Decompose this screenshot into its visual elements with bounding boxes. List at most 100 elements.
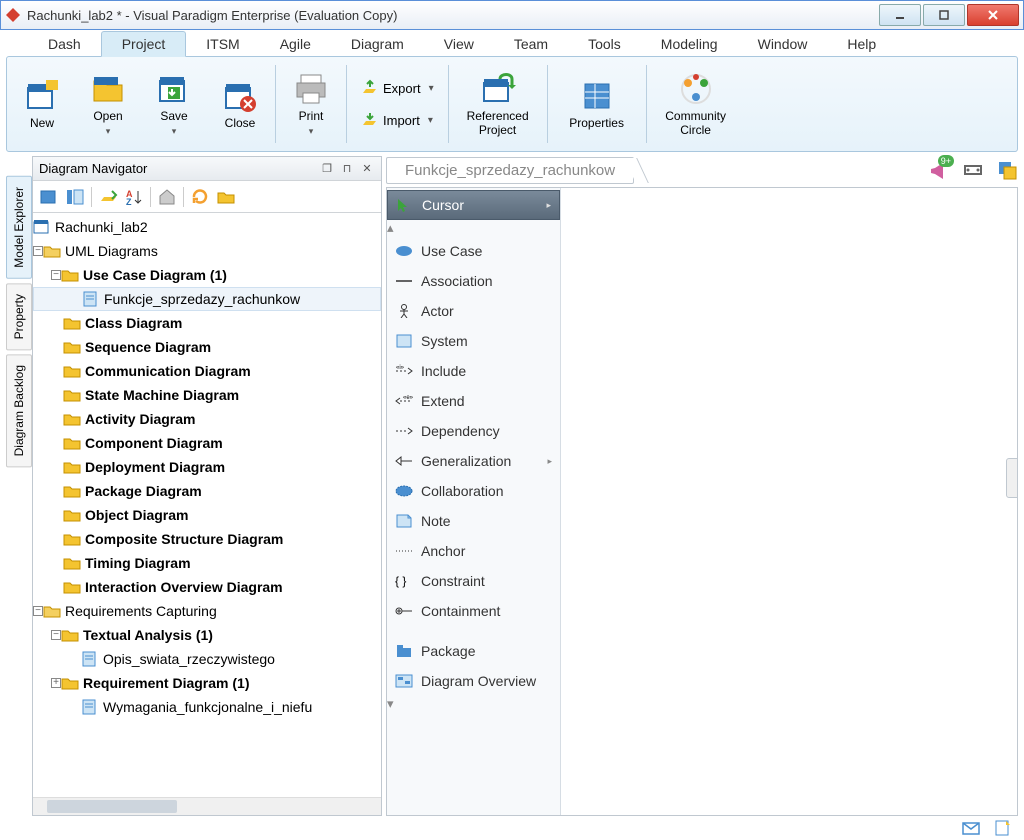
palette-note[interactable]: Note	[387, 506, 560, 536]
navigator-hscrollbar[interactable]	[33, 797, 381, 815]
notifications-button[interactable]: 9+	[922, 159, 950, 181]
save-button[interactable]: Save▾	[143, 61, 205, 147]
export-button[interactable]: Export▾	[355, 73, 440, 103]
tree-item[interactable]: State Machine Diagram	[33, 383, 381, 407]
tab-tools[interactable]: Tools	[568, 32, 641, 56]
tool-palette: Cursor▸▴Use CaseAssociationActorSystem«i…	[387, 188, 561, 815]
palette-collapse-down[interactable]: ▾	[387, 696, 560, 712]
tree-item[interactable]: Communication Diagram	[33, 359, 381, 383]
palette-cursor[interactable]: Cursor▸	[387, 190, 560, 220]
tree-root[interactable]: Rachunki_lab2	[33, 215, 381, 239]
minimize-button[interactable]	[879, 4, 921, 26]
palette-dep[interactable]: Dependency	[387, 416, 560, 446]
sidetab-model-explorer[interactable]: Model Explorer	[6, 176, 32, 279]
svg-text:Z: Z	[126, 197, 132, 207]
close-button[interactable]	[967, 4, 1019, 26]
nav-close-icon[interactable]: ✕	[359, 161, 375, 177]
palette-gen[interactable]: Generalization▸	[387, 446, 560, 476]
open-icon	[90, 71, 126, 107]
palette-package[interactable]: Package	[387, 636, 560, 666]
tree-item[interactable]: Timing Diagram	[33, 551, 381, 575]
sidetab-diagram-backlog[interactable]: Diagram Backlog	[6, 354, 32, 467]
palette-actor[interactable]: Actor	[387, 296, 560, 326]
tree-leaf[interactable]: Wymagania_funkcjonalne_i_niefu	[33, 695, 381, 719]
nav-sort-icon[interactable]: AZ	[124, 187, 144, 207]
sidetab-property[interactable]: Property	[6, 283, 32, 350]
tree-leaf[interactable]: Funkcje_sprzedazy_rachunkow	[33, 287, 381, 311]
tab-help[interactable]: Help	[827, 32, 896, 56]
print-icon	[293, 71, 329, 107]
import-button[interactable]: Import▾	[355, 105, 440, 135]
tab-team[interactable]: Team	[494, 32, 568, 56]
tree-item[interactable]: Composite Structure Diagram	[33, 527, 381, 551]
close-project-button[interactable]: Close	[209, 61, 271, 147]
community-icon	[678, 71, 714, 107]
mail-icon[interactable]	[962, 820, 980, 836]
import-icon	[361, 111, 379, 129]
tree-folder-uml[interactable]: −UML Diagrams	[33, 239, 381, 263]
nav-home-icon[interactable]	[157, 187, 177, 207]
diagram-canvas[interactable]	[561, 188, 1017, 815]
palette-include[interactable]: «i»Include	[387, 356, 560, 386]
referenced-project-button[interactable]: Referenced Project	[453, 61, 543, 147]
tree-item[interactable]: Activity Diagram	[33, 407, 381, 431]
palette-assoc[interactable]: Association	[387, 266, 560, 296]
print-button[interactable]: Print▾	[280, 61, 342, 147]
referenced-project-icon	[480, 71, 516, 107]
palette-system[interactable]: System	[387, 326, 560, 356]
export-icon	[361, 79, 379, 97]
tree-item[interactable]: Class Diagram	[33, 311, 381, 335]
palette-collab[interactable]: Collaboration	[387, 476, 560, 506]
fit-icon[interactable]	[962, 159, 984, 181]
tree-item[interactable]: −Use Case Diagram (1)	[33, 263, 381, 287]
document-tab[interactable]: Funkcje_sprzedazy_rachunkow	[386, 157, 634, 184]
tree-item[interactable]: Object Diagram	[33, 503, 381, 527]
tab-window[interactable]: Window	[738, 32, 828, 56]
tree-folder-req[interactable]: −Requirements Capturing	[33, 599, 381, 623]
tab-dash[interactable]: Dash	[28, 32, 101, 56]
nav-new-icon[interactable]	[39, 187, 59, 207]
nav-restore-icon[interactable]: ❐	[319, 161, 335, 177]
palette-anchor[interactable]: Anchor	[387, 536, 560, 566]
tab-diagram[interactable]: Diagram	[331, 32, 424, 56]
maximize-button[interactable]	[923, 4, 965, 26]
tree-item[interactable]: Package Diagram	[33, 479, 381, 503]
nav-folder-icon[interactable]	[216, 187, 236, 207]
new-button[interactable]: New	[11, 61, 73, 147]
tree-item[interactable]: +Requirement Diagram (1)	[33, 671, 381, 695]
palette-contain[interactable]: Containment	[387, 596, 560, 626]
note-status-icon[interactable]	[994, 820, 1012, 836]
tree-item[interactable]: Interaction Overview Diagram	[33, 575, 381, 599]
palette-extend[interactable]: «e»Extend	[387, 386, 560, 416]
layers-icon[interactable]	[996, 159, 1018, 181]
svg-text:{ }: { }	[395, 574, 406, 588]
tree-item[interactable]: Sequence Diagram	[33, 335, 381, 359]
nav-refresh-icon[interactable]	[190, 187, 210, 207]
palette-overview[interactable]: Diagram Overview	[387, 666, 560, 696]
tree-item[interactable]: Component Diagram	[33, 431, 381, 455]
open-button[interactable]: Open▾	[77, 61, 139, 147]
side-tabs: Model Explorer Property Diagram Backlog	[6, 156, 32, 816]
tab-itsm[interactable]: ITSM	[186, 32, 259, 56]
palette-constraint[interactable]: { }Constraint	[387, 566, 560, 596]
save-icon	[156, 71, 192, 107]
palette-collapse-up[interactable]: ▴	[387, 220, 560, 236]
tab-project[interactable]: Project	[101, 31, 187, 57]
canvas-side-handle[interactable]	[1006, 458, 1018, 498]
tab-view[interactable]: View	[424, 32, 494, 56]
tab-modeling[interactable]: Modeling	[641, 32, 738, 56]
navigator-tree[interactable]: Rachunki_lab2−UML Diagrams−Use Case Diag…	[33, 213, 381, 797]
nav-expand-icon[interactable]	[98, 187, 118, 207]
nav-pin-icon[interactable]: ⊓	[339, 161, 355, 177]
community-circle-button[interactable]: Community Circle	[651, 61, 741, 147]
tree-leaf[interactable]: Opis_swiata_rzeczywistego	[33, 647, 381, 671]
nav-list-icon[interactable]	[65, 187, 85, 207]
properties-button[interactable]: Properties	[552, 61, 642, 147]
tab-agile[interactable]: Agile	[260, 32, 331, 56]
editor-tabbar: Funkcje_sprzedazy_rachunkow 9+	[386, 156, 1018, 184]
svg-text:«e»: «e»	[403, 395, 413, 401]
tree-item[interactable]: Deployment Diagram	[33, 455, 381, 479]
new-icon	[24, 78, 60, 114]
palette-usecase[interactable]: Use Case	[387, 236, 560, 266]
tree-item[interactable]: −Textual Analysis (1)	[33, 623, 381, 647]
